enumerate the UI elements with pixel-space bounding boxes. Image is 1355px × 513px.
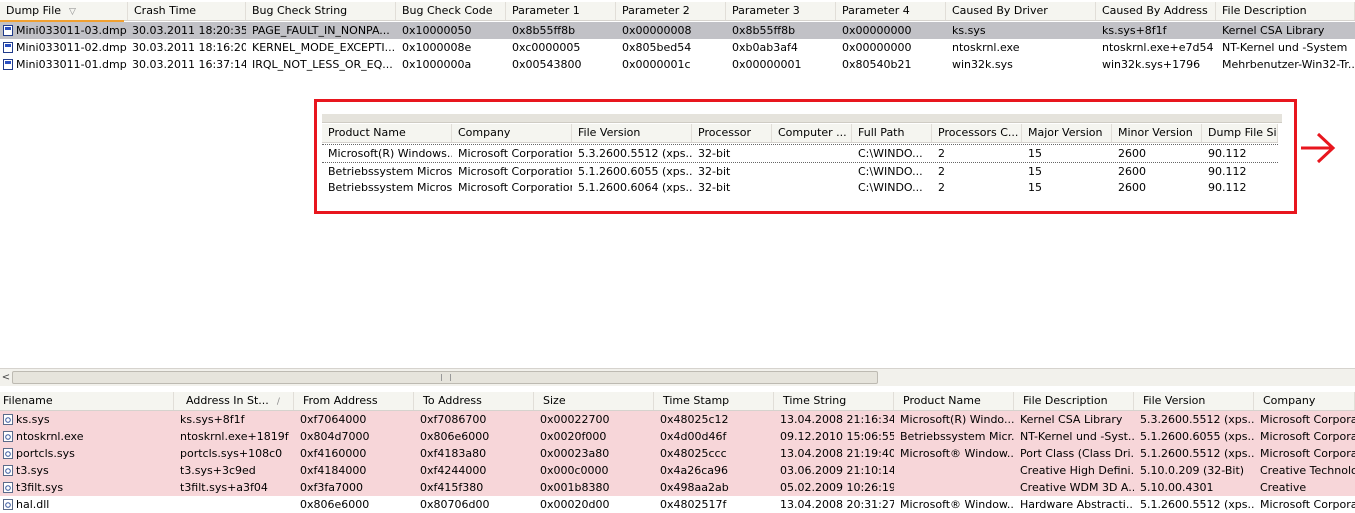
column-header[interactable]: Size	[534, 392, 654, 410]
column-header[interactable]: Parameter 3	[726, 2, 836, 20]
column-header[interactable]: Major Version	[1022, 124, 1112, 142]
column-header[interactable]: Caused By Address	[1096, 2, 1216, 20]
sort-down-icon: ▽	[69, 7, 76, 17]
table-row[interactable]: ntoskrnl.exe ntoskrnl.exe+1819f 0x804d70…	[0, 428, 1355, 445]
overlay-table-header: Product Name Company File Version Proces…	[322, 124, 1278, 143]
column-header[interactable]: Dump File Size	[1202, 124, 1278, 142]
table-row[interactable]: Mini033011-01.dmp 30.03.2011 16:37:14 IR…	[0, 56, 1355, 73]
column-header[interactable]: Parameter 2	[616, 2, 726, 20]
arrow-right-icon	[1301, 132, 1336, 164]
table-row[interactable]: Betriebssystem Micros... Microsoft Corpo…	[322, 162, 1278, 180]
sort-icon: /	[276, 397, 280, 407]
column-header[interactable]: Company	[1254, 392, 1355, 410]
scroll-left-icon[interactable]: <	[0, 369, 12, 386]
overlay-scroll-strip	[322, 114, 1282, 123]
column-header[interactable]: Time Stamp	[654, 392, 774, 410]
column-header[interactable]: Product Name	[322, 124, 452, 142]
column-header[interactable]: From Address	[294, 392, 414, 410]
scrollbar-thumb[interactable]	[12, 371, 878, 384]
column-header[interactable]: Processor	[692, 124, 772, 142]
column-header[interactable]: Parameter 1	[506, 2, 616, 20]
grip-icon	[441, 374, 451, 381]
column-header[interactable]: Caused By Driver	[946, 2, 1096, 20]
column-header[interactable]: Time String	[774, 392, 894, 410]
column-header[interactable]: Computer ...	[772, 124, 852, 142]
horizontal-scrollbar[interactable]: <	[0, 368, 1355, 386]
table-row[interactable]: hal.dll 0x806e6000 0x80706d00 0x00020d00…	[0, 496, 1355, 513]
top-table-header: Dump File ▽ Crash Time Bug Check String B…	[0, 2, 1355, 21]
bottom-table-header: Filename Address In St... / From Address …	[0, 392, 1355, 411]
table-row[interactable]: Betriebssystem Micros... Microsoft Corpo…	[322, 179, 1278, 196]
table-row[interactable]: t3filt.sys t3filt.sys+a3f04 0xf3fa7000 0…	[0, 479, 1355, 496]
table-row[interactable]: Microsoft(R) Windows... Microsoft Corpor…	[322, 144, 1278, 162]
column-header[interactable]: Full Path	[852, 124, 932, 142]
column-header[interactable]: Crash Time	[128, 2, 246, 20]
column-header[interactable]: File Version	[572, 124, 692, 142]
column-header[interactable]: Minor Version	[1112, 124, 1202, 142]
table-row[interactable]: Mini033011-03.dmp 30.03.2011 18:20:35 PA…	[0, 22, 1355, 39]
column-header[interactable]: Address In St... /	[174, 392, 294, 410]
column-header[interactable]: File Version	[1134, 392, 1254, 410]
column-header[interactable]: Product Name	[894, 392, 1014, 410]
table-row[interactable]: t3.sys t3.sys+3c9ed 0xf4184000 0xf424400…	[0, 462, 1355, 479]
column-header[interactable]: Bug Check Code	[396, 2, 506, 20]
highlight-box: Product Name Company File Version Proces…	[314, 99, 1297, 214]
column-header[interactable]: To Address	[414, 392, 534, 410]
column-header[interactable]: Company	[452, 124, 572, 142]
column-header[interactable]: File Description	[1216, 2, 1355, 20]
column-header[interactable]: Parameter 4	[836, 2, 946, 20]
table-row[interactable]: ks.sys ks.sys+8f1f 0xf7064000 0xf7086700…	[0, 411, 1355, 428]
table-row[interactable]: Mini033011-02.dmp 30.03.2011 18:16:20 KE…	[0, 39, 1355, 56]
column-header[interactable]: Dump File ▽	[0, 2, 128, 20]
table-row[interactable]: portcls.sys portcls.sys+108c0 0xf4160000…	[0, 445, 1355, 462]
column-header[interactable]: Filename	[0, 392, 174, 410]
column-header[interactable]: Processors C...	[932, 124, 1022, 142]
column-header[interactable]: Bug Check String	[246, 2, 396, 20]
column-header[interactable]: File Description	[1014, 392, 1134, 410]
